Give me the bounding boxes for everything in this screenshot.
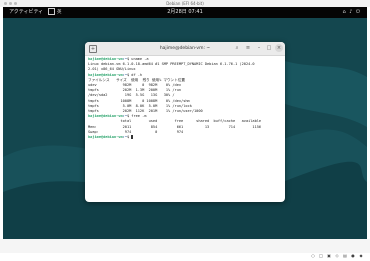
search-icon[interactable]: ⌕ [233, 44, 241, 52]
terminal-output[interactable]: hajime@debian-vm:~$ uname -a Linux debian… [88, 57, 283, 202]
prompt-user: hajime@debian-vm [88, 57, 123, 61]
dock-app-icon[interactable]: ▣ [326, 252, 332, 259]
command-text: $ free -m [126, 114, 147, 119]
dock-app-icon[interactable]: ● [350, 252, 356, 259]
terminal-window[interactable]: + hajime@debian-vm: ~ ⌕ ≡ – □ × hajime@d… [85, 42, 285, 202]
terminal-output-line: total used free shared buff/cache availa… [88, 119, 262, 124]
gnome-top-bar: アクティビティ 英 2月28日 07:41 ⌂ ♪ ⏻ [3, 7, 367, 18]
host-window-title: Debian (EFI 64-bit) [166, 1, 204, 6]
prompt-user: hajime@debian-vm [88, 135, 123, 140]
menu-icon[interactable]: ≡ [244, 44, 252, 52]
host-dock: ○ □ ▣ ◇ ▤ ● ◆ [0, 239, 370, 258]
close-icon[interactable]: × [275, 44, 283, 52]
system-tray[interactable]: ⌂ ♪ ⏻ [343, 7, 362, 18]
dock-app-icon[interactable]: ▤ [342, 252, 348, 259]
prompt-user: hajime@debian-vm [88, 72, 123, 77]
dock-app-icon[interactable]: ◆ [358, 252, 364, 259]
dock-app-icon[interactable]: ◇ [334, 252, 340, 259]
host-window-titlebar: Debian (EFI 64-bit) [0, 0, 370, 7]
dock-app-icon[interactable]: □ [318, 252, 324, 259]
desktop: アクティビティ 英 2月28日 07:41 ⌂ ♪ ⏻ + hajime@deb… [3, 7, 367, 239]
minimize-icon[interactable]: – [255, 44, 263, 52]
command-text: $ uname -a [126, 57, 149, 61]
clock[interactable]: 2月28日 07:41 [3, 7, 367, 18]
maximize-icon[interactable]: □ [265, 44, 273, 52]
command-text: $ df -h [126, 72, 143, 77]
terminal-command-line: hajime@debian-vm:~$ [88, 135, 283, 140]
terminal-titlebar: + hajime@debian-vm: ~ ⌕ ≡ – □ × [85, 42, 285, 56]
text-cursor [131, 135, 134, 140]
dock-app-icon[interactable]: ○ [310, 252, 316, 259]
prompt-user: hajime@debian-vm [88, 114, 123, 119]
dock-icons: ○ □ ▣ ◇ ▤ ● ◆ [308, 242, 364, 261]
